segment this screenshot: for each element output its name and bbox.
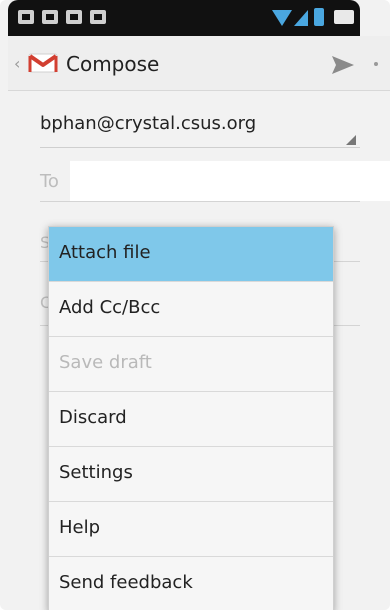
action-bar: ‹ Compose: [8, 36, 390, 91]
check-icon: [42, 10, 58, 24]
menu-item-label: Send feedback: [59, 572, 193, 593]
overflow-menu: Attach file Add Cc/Bcc Save draft Discar…: [48, 226, 334, 610]
gmail-icon[interactable]: [28, 52, 58, 74]
device-screen: ‹ Compose bphan@crystal.csus.org To S C: [0, 0, 390, 610]
to-input[interactable]: [70, 161, 390, 201]
to-label: To: [40, 171, 59, 192]
from-account-value: bphan@crystal.csus.org: [40, 113, 257, 134]
back-chevron-icon[interactable]: ‹: [14, 56, 20, 72]
signal-icon: [294, 10, 308, 26]
menu-item-label: Add Cc/Bcc: [59, 297, 161, 318]
battery-icon: [314, 8, 324, 26]
from-account-select[interactable]: bphan@crystal.csus.org: [40, 109, 360, 148]
menu-item-save-draft: Save draft: [49, 337, 333, 392]
image-icon: [18, 10, 34, 24]
menu-item-settings[interactable]: Settings: [49, 447, 333, 502]
status-bar: [8, 0, 360, 36]
menu-item-help[interactable]: Help: [49, 502, 333, 557]
menu-item-label: Settings: [59, 462, 133, 483]
status-time: [334, 10, 354, 24]
to-field-row[interactable]: To: [40, 161, 390, 202]
menu-item-label: Save draft: [59, 352, 152, 373]
menu-item-label: Attach file: [59, 242, 151, 263]
mail-icon: [66, 10, 82, 24]
menu-item-send-feedback[interactable]: Send feedback: [49, 557, 333, 610]
wifi-icon: [272, 10, 292, 26]
shopping-bag-icon: [90, 10, 106, 24]
send-icon[interactable]: [330, 54, 356, 76]
dropdown-caret-icon: [346, 135, 356, 145]
menu-item-add-cc-bcc[interactable]: Add Cc/Bcc: [49, 282, 333, 337]
menu-item-attach-file[interactable]: Attach file: [49, 227, 333, 282]
overflow-menu-icon[interactable]: [374, 62, 378, 66]
page-title: Compose: [66, 52, 160, 76]
menu-item-discard[interactable]: Discard: [49, 392, 333, 447]
menu-item-label: Help: [59, 517, 101, 538]
menu-item-label: Discard: [59, 407, 127, 428]
